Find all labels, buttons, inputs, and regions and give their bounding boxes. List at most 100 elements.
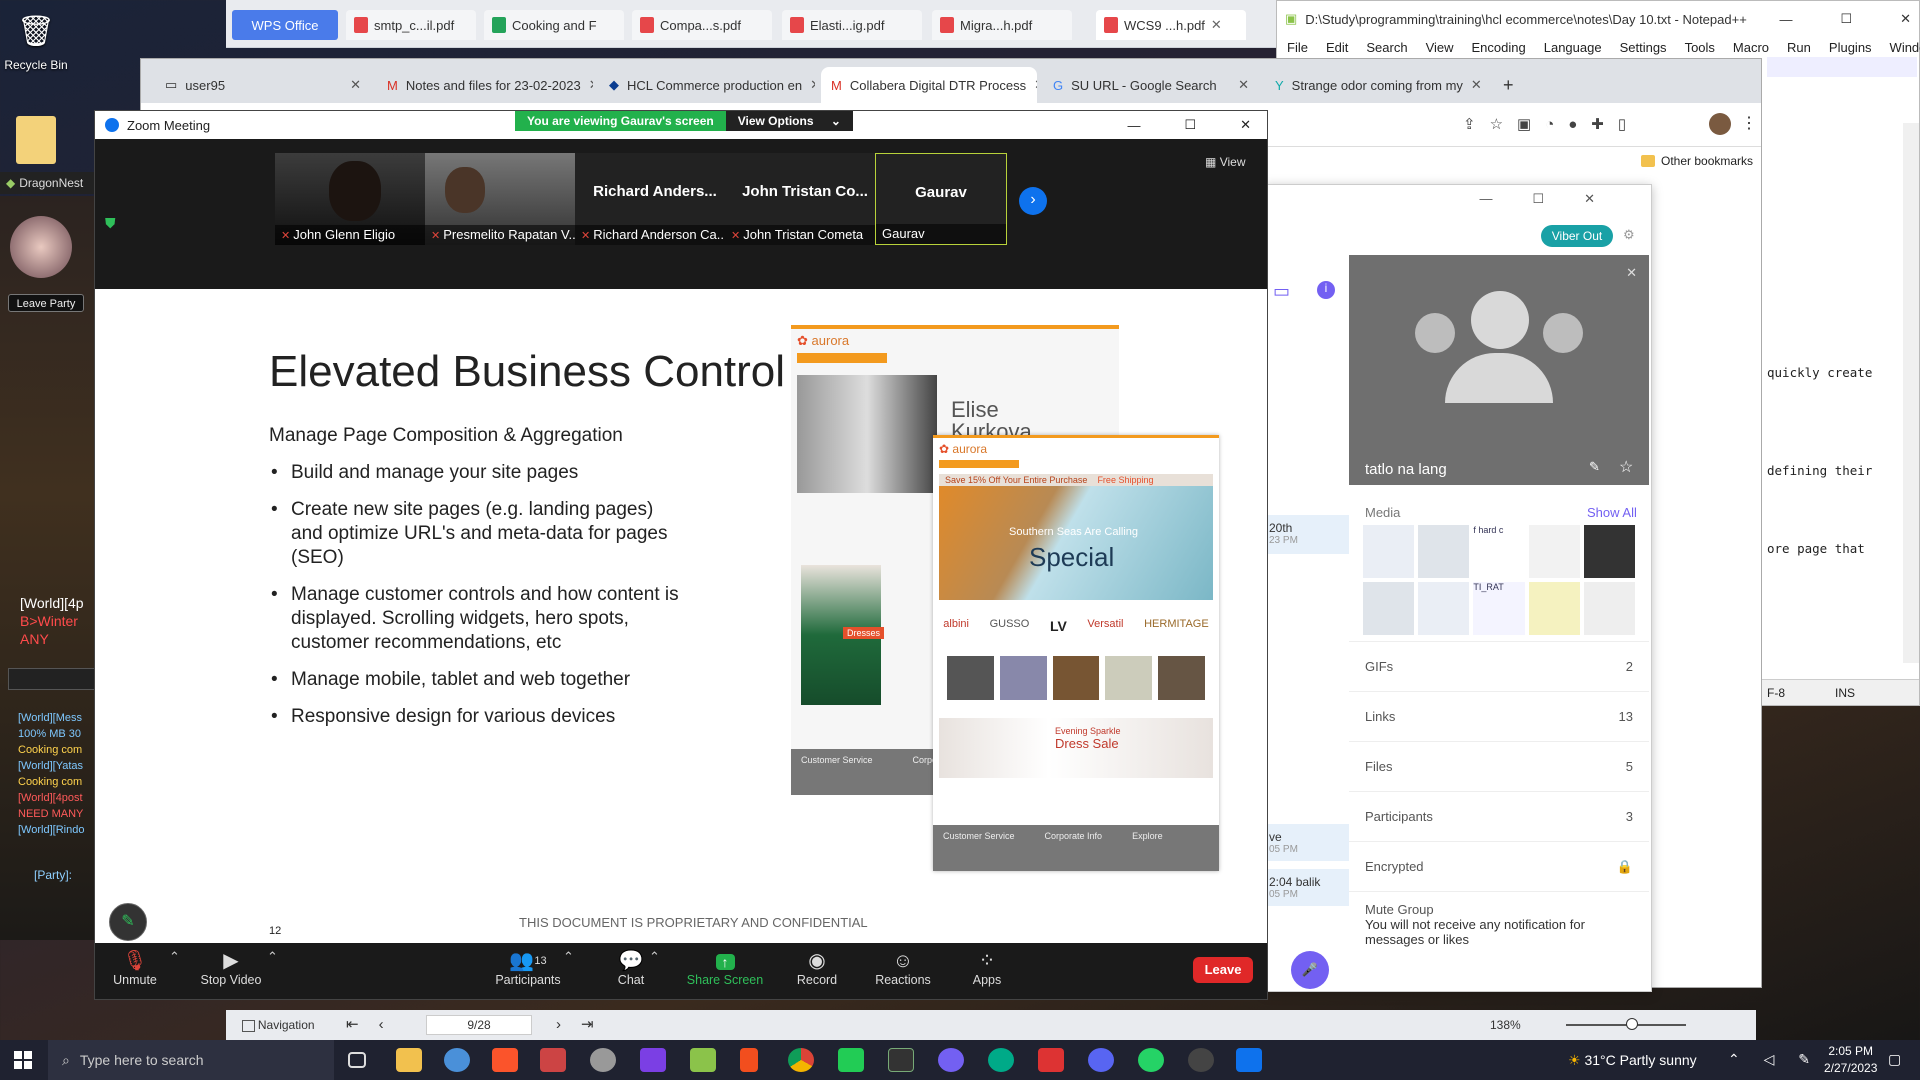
close-icon[interactable]: ✕ <box>1211 17 1222 33</box>
close-icon[interactable]: ✕ <box>1626 265 1637 281</box>
game-skillbar[interactable] <box>8 668 96 690</box>
chevron-up-icon[interactable]: ⌃ <box>267 949 278 965</box>
windows-start-icon[interactable] <box>14 1051 32 1069</box>
view-options-button[interactable]: View Options ⌄ <box>725 111 853 131</box>
chrome-tab[interactable]: ▭ user95 ✕ <box>155 67 371 103</box>
zoom-taskbar-icon[interactable] <box>1236 1048 1262 1072</box>
notification-icon[interactable]: ▢ <box>1888 1051 1901 1068</box>
close-icon[interactable]: ✕ <box>1238 77 1249 93</box>
new-tab-button[interactable]: + <box>1493 67 1527 103</box>
taskbar-search[interactable]: ⌕ Type here to search <box>48 1040 334 1080</box>
viber-icon[interactable] <box>938 1048 964 1072</box>
view-button[interactable]: ▦ View <box>1205 155 1245 169</box>
close-icon[interactable]: ✕ <box>1240 117 1251 133</box>
notepad-menu-item[interactable]: Plugins <box>1829 40 1872 55</box>
stop-video-button[interactable]: ▶ Stop Video <box>191 949 271 987</box>
close-icon[interactable]: ✕ <box>1034 77 1037 93</box>
chrome-extension-icons[interactable]: ⇪☆▣◔●✚▯ <box>1463 115 1640 133</box>
page-nav-icons[interactable]: ⇤‹ <box>346 1015 404 1033</box>
mic-button[interactable]: 🎤 <box>1291 951 1329 989</box>
whatsapp-icon[interactable] <box>1138 1048 1164 1072</box>
app-icon[interactable] <box>590 1048 616 1072</box>
chevron-up-icon[interactable]: ⌃ <box>169 949 180 965</box>
participant-tile-active-speaker[interactable]: Gaurav Gaurav <box>875 153 1007 245</box>
wps-office-button[interactable]: WPS Office <box>232 10 338 40</box>
wps-tab-active[interactable]: WCS9 ...h.pdf ✕ <box>1096 10 1246 40</box>
minimize-icon[interactable]: — <box>1127 118 1140 133</box>
chevron-up-icon[interactable]: ⌃ <box>563 949 574 965</box>
wps-tab[interactable]: Elasti...ig.pdf <box>782 10 922 40</box>
notepad-menu-item[interactable]: Macro <box>1733 40 1769 55</box>
game-window[interactable]: Leave Party [World][4p B>Winter ANY [Wor… <box>0 196 96 940</box>
record-button[interactable]: ◉ Record <box>777 949 857 987</box>
notepad-menu-item[interactable]: View <box>1426 40 1454 55</box>
chrome-tab[interactable]: ◆HCL Commerce production en✕ <box>599 67 815 103</box>
notepad-menu-item[interactable]: Encoding <box>1472 40 1526 55</box>
app-icon[interactable] <box>1188 1048 1214 1072</box>
brave-icon[interactable] <box>492 1048 518 1072</box>
zoom-window[interactable]: Zoom Meeting — ☐ ✕ You are viewing Gaura… <box>94 110 1268 1000</box>
app-icon[interactable] <box>540 1048 566 1072</box>
links-row[interactable]: Links 13 <box>1349 691 1649 741</box>
close-icon[interactable]: ✕ <box>1471 77 1481 93</box>
discord-icon[interactable] <box>1088 1048 1114 1072</box>
leave-button[interactable]: Leave <box>1193 957 1253 983</box>
menu-icon[interactable]: ⋮ <box>1741 113 1757 133</box>
zoom-level[interactable]: 138% <box>1490 1018 1521 1032</box>
chrome-tab[interactable]: MNotes and files for 23-02-2023✕ <box>377 67 593 103</box>
zoom-slider-thumb[interactable] <box>1626 1018 1638 1030</box>
participant-tile[interactable]: Richard Anders... ✕ Richard Anderson Ca..… <box>575 153 735 245</box>
profile-avatar[interactable] <box>1709 113 1731 135</box>
annotate-pen-button[interactable]: ✎ <box>109 903 147 941</box>
clock[interactable]: 2:05 PM 2/27/2023 <box>1824 1043 1877 1077</box>
notepad-menu-item[interactable]: Tools <box>1685 40 1715 55</box>
close-icon[interactable]: ✕ <box>1900 11 1911 27</box>
close-icon[interactable]: ✕ <box>350 77 361 93</box>
intellij-icon[interactable] <box>640 1048 666 1072</box>
wps-tab[interactable]: Compa...s.pdf <box>632 10 772 40</box>
recycle-bin-icon[interactable]: 🗑 Recycle Bin <box>0 8 72 73</box>
settings-icon[interactable]: ⚙ <box>1623 227 1635 243</box>
wps-tab[interactable]: Cooking and F <box>484 10 624 40</box>
task-view-icon[interactable] <box>348 1052 366 1068</box>
reactions-button[interactable]: ☺ Reactions <box>863 949 943 987</box>
gifs-row[interactable]: GIFs 2 <box>1349 641 1649 691</box>
folder-icon[interactable] <box>16 116 56 164</box>
notepad-menu-item[interactable]: Search <box>1366 40 1407 55</box>
leave-party-button[interactable]: Leave Party <box>8 294 84 312</box>
apps-button[interactable]: ⁘ Apps <box>947 949 1027 987</box>
edge-icon[interactable] <box>988 1048 1014 1072</box>
weather-widget[interactable]: ☀ 31°C Partly sunny <box>1568 1052 1697 1069</box>
chrome-tab[interactable]: G SU URL - Google Search ✕ <box>1043 67 1259 103</box>
wps-tab[interactable]: Migra...h.pdf <box>932 10 1072 40</box>
notepad-menu-item[interactable]: Window <box>1890 40 1920 55</box>
mute-group[interactable]: Mute Group You will not receive any noti… <box>1349 891 1649 957</box>
viber-out-button[interactable]: Viber Out <box>1541 225 1613 247</box>
chrome-tab[interactable]: Y Strange odor coming from my ✕ <box>1265 67 1481 103</box>
page-input[interactable]: 9/28 <box>426 1015 532 1035</box>
video-icon[interactable]: ▭ <box>1273 281 1290 302</box>
app-icon[interactable] <box>444 1048 470 1072</box>
dragonnest-bar[interactable]: ◆ DragonNest <box>0 172 96 194</box>
edit-icon[interactable]: ✎ <box>1589 459 1600 475</box>
minimize-icon[interactable]: — <box>1779 12 1792 27</box>
page-nav-icons[interactable]: ›⇥ <box>556 1015 614 1033</box>
unmute-button[interactable]: 🎙 Unmute <box>95 949 175 987</box>
show-all-link[interactable]: Show All <box>1587 505 1637 520</box>
star-icon[interactable]: ☆ <box>1619 457 1633 477</box>
maximize-icon[interactable]: ☐ <box>1840 11 1852 27</box>
close-icon[interactable]: ✕ <box>810 77 815 93</box>
viber-window[interactable]: —☐✕ Viber Out ⚙ ▭ i 20th 23 PM ve 05 PM … <box>1264 184 1652 992</box>
notepad-scrollbar[interactable] <box>1903 123 1919 663</box>
navigation-button[interactable]: Navigation <box>242 1018 315 1032</box>
notepadpp-icon[interactable] <box>690 1048 716 1072</box>
chrome-icon[interactable] <box>788 1048 814 1072</box>
wps-tab[interactable]: smtp_c...il.pdf <box>346 10 476 40</box>
close-icon[interactable]: ✕ <box>589 77 593 93</box>
notepad-menu-item[interactable]: Language <box>1544 40 1602 55</box>
figma-icon[interactable] <box>740 1048 758 1072</box>
files-row[interactable]: Files 5 <box>1349 741 1649 791</box>
app-icon[interactable] <box>838 1048 864 1072</box>
chevron-up-icon[interactable]: ⌃ <box>649 949 660 965</box>
next-page-icon[interactable]: › <box>1019 187 1047 215</box>
